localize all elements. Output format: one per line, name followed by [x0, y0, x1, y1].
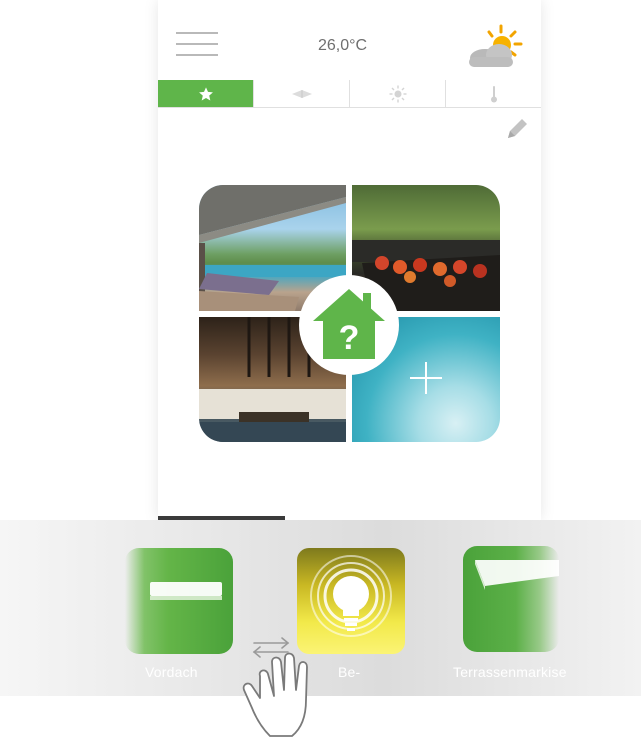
phone-screen: 26,0°C ? [158, 0, 541, 520]
awning-icon [463, 546, 559, 652]
top-bar: 26,0°C [158, 0, 541, 80]
canopy-icon [125, 548, 233, 654]
app-label-vordach: Vordach [145, 664, 198, 680]
hamburger-menu-icon[interactable] [176, 32, 218, 56]
app-label-beleuchtung: Be- [338, 664, 361, 680]
svg-text:?: ? [339, 319, 360, 357]
app-label-terrassenmarkise: Terrassenmarkise [453, 664, 567, 680]
awning-icon [291, 89, 312, 98]
pencil-edit-icon[interactable] [504, 116, 530, 142]
temperature-readout: 26,0°C [318, 37, 368, 54]
thermometer-icon [490, 85, 497, 102]
tab-favorites[interactable] [158, 80, 253, 107]
plus-icon [410, 362, 442, 394]
sun-icon [389, 85, 406, 102]
star-icon [198, 86, 213, 101]
category-tabs [158, 80, 541, 108]
partly-cloudy-icon [469, 24, 523, 67]
tab-sun[interactable] [349, 80, 445, 107]
tab-temperature[interactable] [445, 80, 541, 107]
house-question-button[interactable]: ? [299, 275, 399, 375]
house-question-icon: ? [313, 289, 385, 359]
tab-awnings[interactable] [253, 80, 349, 107]
swipe-hand-icon [242, 652, 308, 737]
